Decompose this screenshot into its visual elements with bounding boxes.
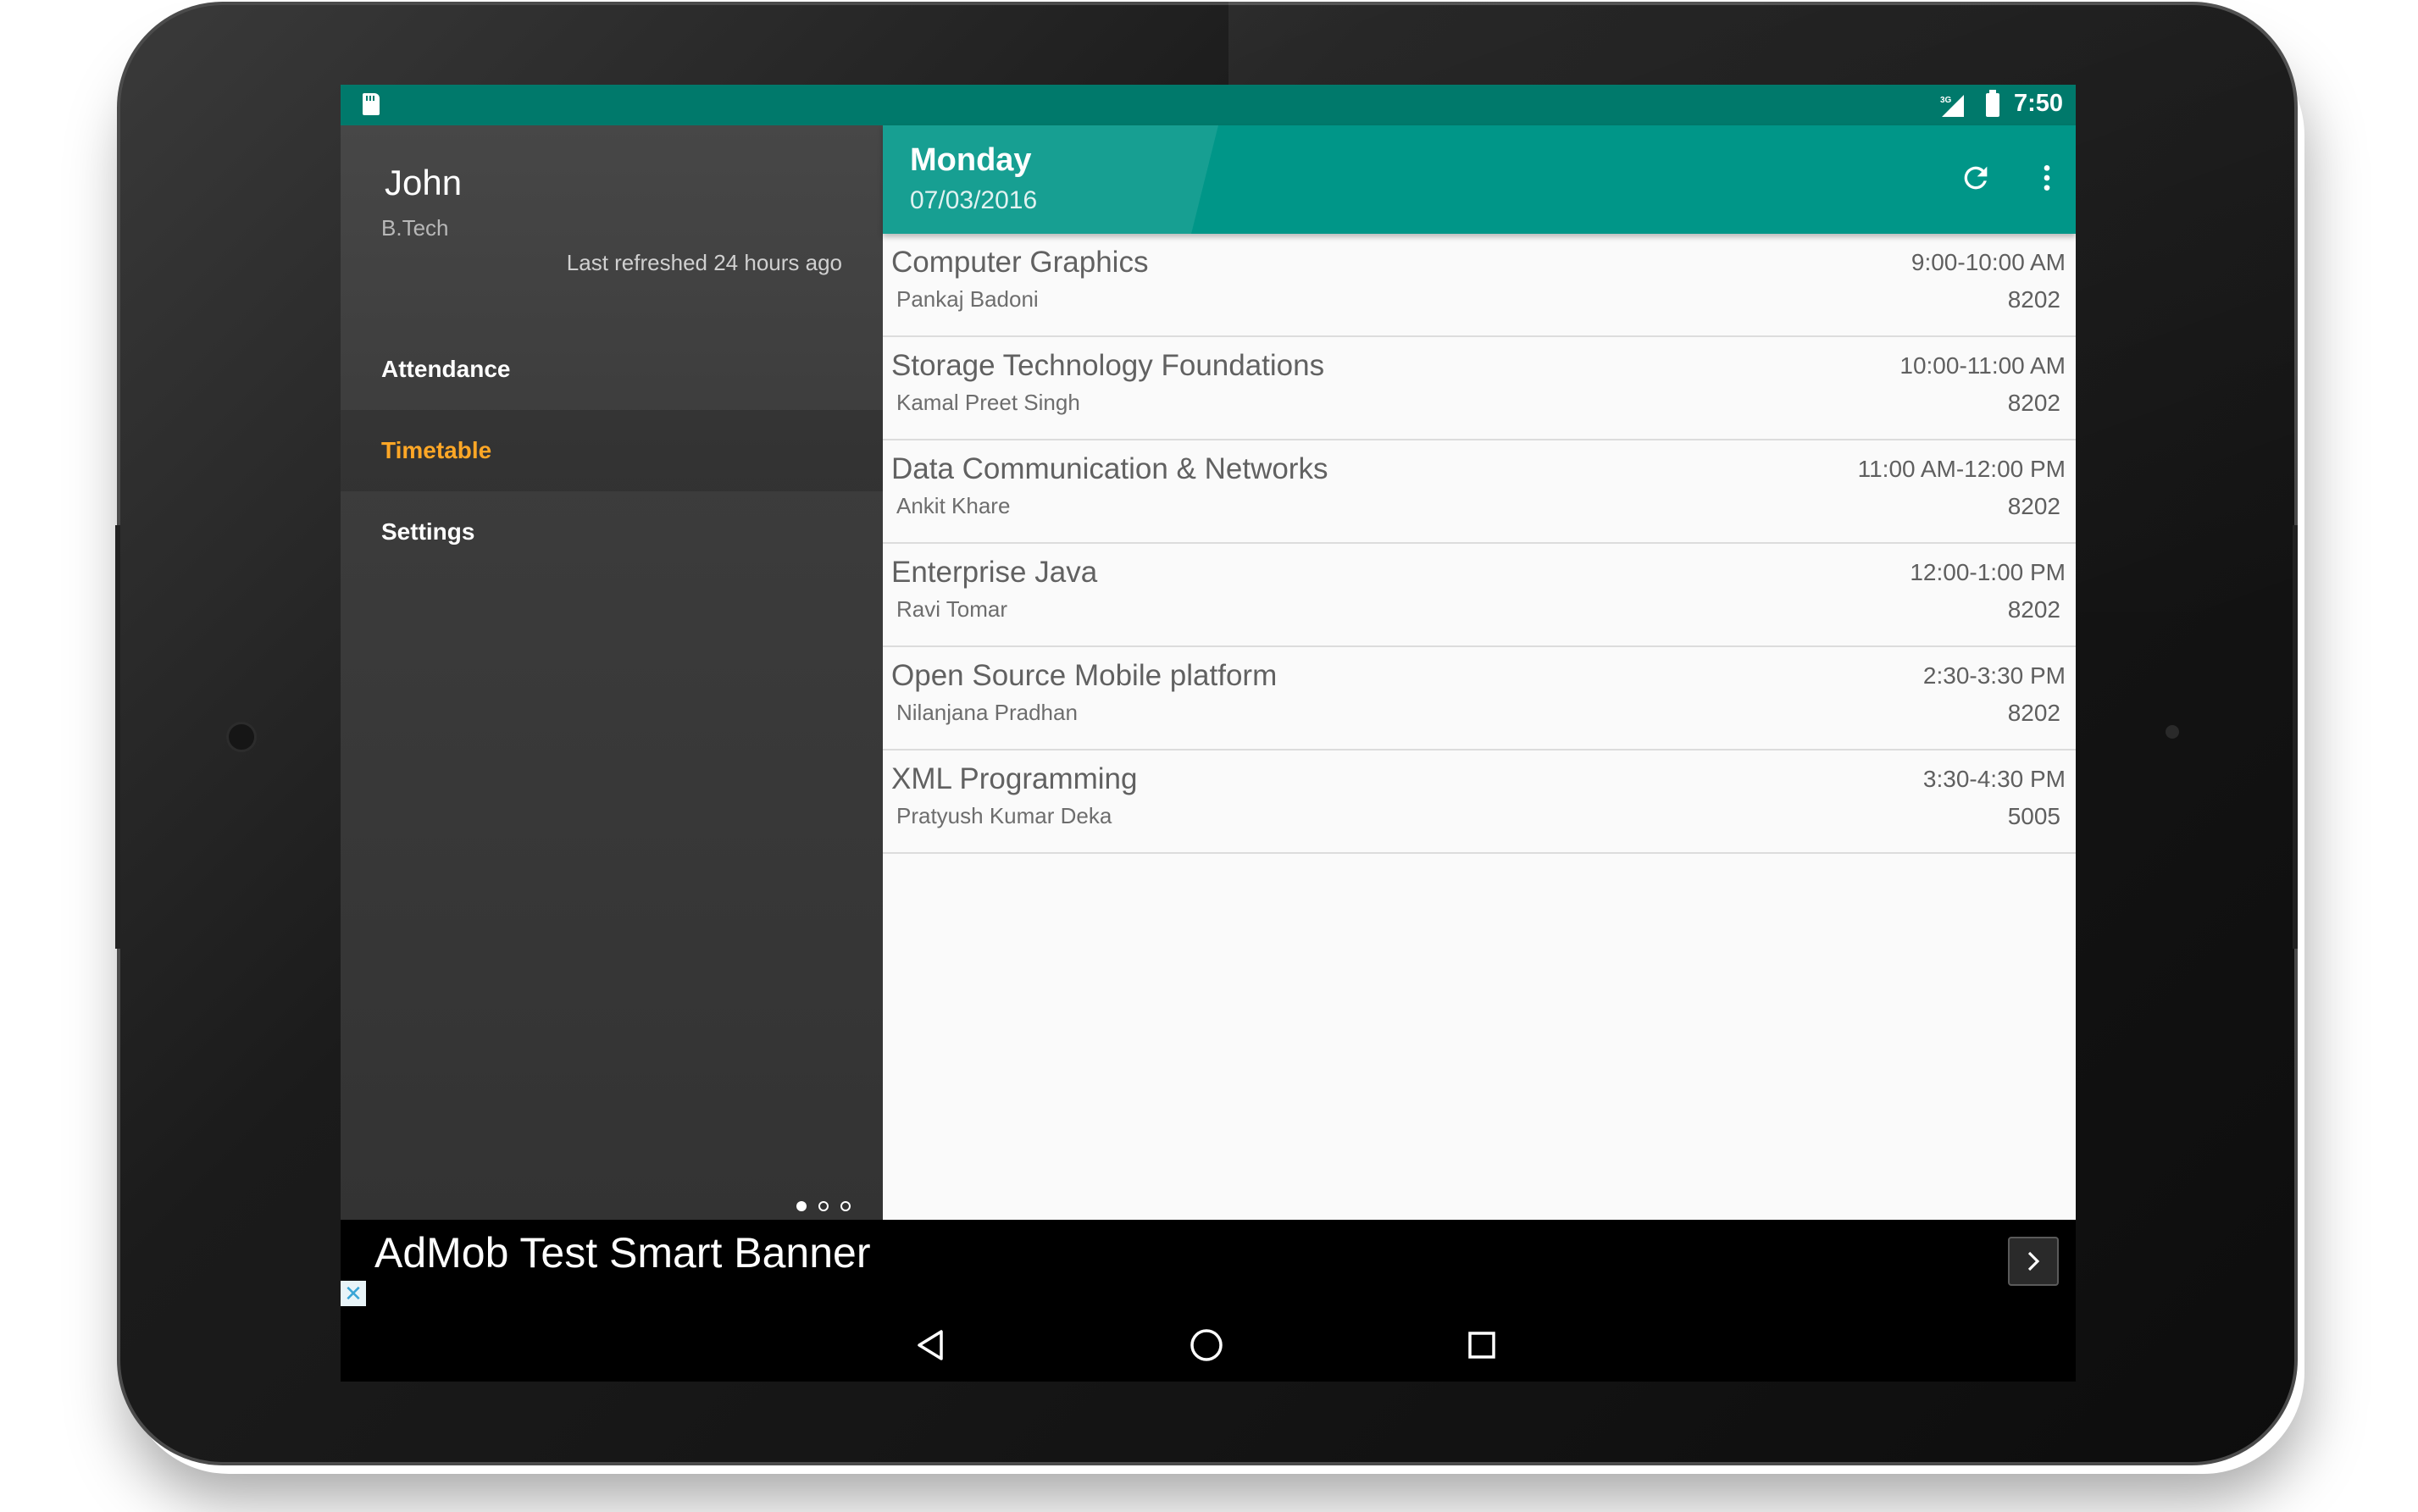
back-button[interactable] xyxy=(901,1315,961,1375)
screen: 3G 7:50 John B.Tech Last refreshed 24 ho… xyxy=(341,85,2076,1309)
teacher-name: Ankit Khare xyxy=(896,493,1011,518)
recents-icon xyxy=(1468,1332,1495,1359)
teacher-name: Pratyush Kumar Deka xyxy=(896,803,1112,828)
recents-button[interactable] xyxy=(1452,1315,1511,1375)
room-number: 8202 xyxy=(2007,700,2060,726)
side-button-right xyxy=(2293,525,2298,949)
teacher-name: Ravi Tomar xyxy=(896,596,1008,622)
home-icon xyxy=(1190,1329,1223,1361)
front-camera xyxy=(226,722,257,752)
teacher-name: Pankaj Badoni xyxy=(896,286,1039,312)
class-time: 10:00-11:00 AM xyxy=(1899,352,2066,379)
room-number: 8202 xyxy=(2007,493,2060,519)
room-number: 8202 xyxy=(2007,390,2060,416)
room-number: 5005 xyxy=(2007,803,2060,829)
timetable-row[interactable]: Storage Technology Foundations Kamal Pre… xyxy=(883,337,2076,440)
battery-icon xyxy=(1986,90,1999,117)
back-icon xyxy=(918,1330,943,1360)
overflow-menu-button[interactable] xyxy=(2020,151,2074,205)
class-time: 11:00 AM-12:00 PM xyxy=(1857,456,2066,482)
home-button[interactable] xyxy=(1177,1315,1236,1375)
refresh-button[interactable] xyxy=(1949,151,2003,205)
ad-banner[interactable]: AdMob Test Smart Banner ✕ xyxy=(341,1220,2076,1309)
subject-name: Enterprise Java xyxy=(891,556,1098,589)
ad-banner-text: AdMob Test Smart Banner xyxy=(374,1229,871,1277)
app-bar: Monday 07/03/2016 xyxy=(883,125,2076,234)
ad-close-icon[interactable]: ✕ xyxy=(341,1281,366,1306)
teacher-name: Kamal Preet Singh xyxy=(896,390,1080,415)
timetable-list: Computer Graphics Pankaj Badoni 9:00-10:… xyxy=(883,234,2076,854)
room-number: 8202 xyxy=(2007,286,2060,313)
page-dot xyxy=(840,1201,851,1211)
last-refreshed-label: Last refreshed 24 hours ago xyxy=(566,250,842,275)
drawer-header: John B.Tech Last refreshed 24 hours ago xyxy=(341,125,883,320)
chevron-right-icon xyxy=(2027,1251,2040,1271)
timetable-row[interactable]: XML Programming Pratyush Kumar Deka 3:30… xyxy=(883,750,2076,854)
light-sensor xyxy=(2166,725,2179,739)
network-type: 3G xyxy=(1940,96,1952,105)
status-clock: 7:50 xyxy=(2014,90,2064,117)
nav-item-timetable[interactable]: Timetable xyxy=(341,410,883,491)
subject-name: Data Communication & Networks xyxy=(891,452,1328,485)
ad-open-button[interactable] xyxy=(2008,1237,2059,1286)
page-dot xyxy=(818,1201,829,1211)
timetable-row[interactable]: Open Source Mobile platform Nilanjana Pr… xyxy=(883,647,2076,750)
subject-name: Storage Technology Foundations xyxy=(891,349,1325,382)
more-vert-icon xyxy=(2044,165,2050,191)
subject-name: Open Source Mobile platform xyxy=(891,659,1278,692)
navigation-drawer: John B.Tech Last refreshed 24 hours ago … xyxy=(341,125,883,1220)
subject-name: XML Programming xyxy=(891,762,1138,795)
day-date: 07/03/2016 xyxy=(910,186,1038,214)
nav-item-settings[interactable]: Settings xyxy=(341,491,883,573)
class-time: 12:00-1:00 PM xyxy=(1910,559,2066,585)
user-name: John xyxy=(385,163,463,202)
user-course: B.Tech xyxy=(381,215,449,241)
sd-card-icon xyxy=(363,93,380,115)
nav-item-attendance[interactable]: Attendance xyxy=(341,329,883,410)
refresh-icon xyxy=(1964,166,1988,190)
system-nav-bar xyxy=(341,1309,2076,1382)
class-time: 9:00-10:00 AM xyxy=(1911,249,2066,275)
teacher-name: Nilanjana Pradhan xyxy=(896,700,1078,725)
timetable-content: Monday 07/03/2016 Computer Graphics Pank… xyxy=(883,125,2076,1220)
side-button-left xyxy=(115,525,120,949)
page-indicator xyxy=(796,1201,851,1213)
class-time: 3:30-4:30 PM xyxy=(1922,766,2066,792)
timetable-row[interactable]: Data Communication & Networks Ankit Khar… xyxy=(883,440,2076,544)
class-time: 2:30-3:30 PM xyxy=(1922,662,2066,689)
status-bar: 3G 7:50 xyxy=(341,85,2076,125)
timetable-row[interactable]: Computer Graphics Pankaj Badoni 9:00-10:… xyxy=(883,234,2076,337)
page-dot-active xyxy=(796,1201,807,1211)
room-number: 8202 xyxy=(2007,596,2060,623)
day-title: Monday xyxy=(910,142,1032,178)
subject-name: Computer Graphics xyxy=(891,246,1149,279)
timetable-row[interactable]: Enterprise Java Ravi Tomar 12:00-1:00 PM… xyxy=(883,544,2076,647)
signal-icon: 3G xyxy=(1940,95,1964,117)
